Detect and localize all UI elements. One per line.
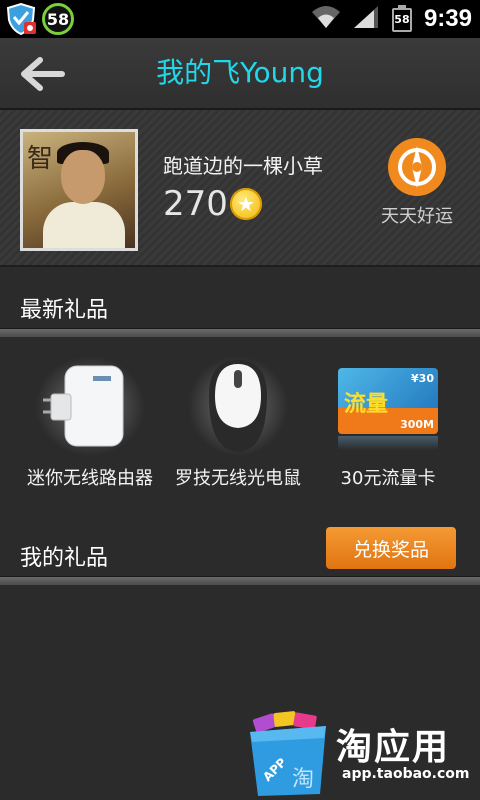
mouse-icon <box>183 356 293 456</box>
shopping-bag-icon: APP 淘 <box>250 711 326 796</box>
coin-count: 270 <box>163 184 228 224</box>
status-indicators: 58 9:39 <box>310 0 472 38</box>
notification-icons: 58 <box>4 2 74 36</box>
gift-item-data-card[interactable]: 流量 ¥30 300M 30元流量卡 <box>313 356 463 490</box>
back-arrow-icon <box>21 57 65 91</box>
clock: 9:39 <box>423 5 472 32</box>
avatar-text: 智 <box>27 144 54 174</box>
watermark-text: 淘应用 <box>336 727 451 768</box>
star-coin-icon: ★ <box>229 188 262 220</box>
exchange-prizes-button[interactable]: 兑换奖品 <box>326 527 456 569</box>
watermark: APP 淘 淘应用 app.taobao.com <box>240 700 480 800</box>
coin-balance: 270 ★ <box>163 184 262 224</box>
battery-level: 58 <box>394 13 410 26</box>
username: 跑道边的一棵小草 <box>163 154 323 178</box>
back-button[interactable] <box>18 54 66 94</box>
router-icon <box>35 356 145 456</box>
avatar[interactable]: 智 <box>20 129 138 251</box>
daily-luck-button[interactable]: 天天好运 <box>372 138 462 228</box>
status-bar: 58 58 9:39 <box>0 0 480 38</box>
gift-label: 迷你无线路由器 <box>27 468 153 489</box>
signal-icon <box>352 4 380 34</box>
bag-char: 淘 <box>292 767 314 792</box>
compass-icon <box>388 138 446 196</box>
title-bar: 我的飞Young <box>0 38 480 110</box>
daily-luck-label: 天天好运 <box>381 206 453 227</box>
divider <box>0 328 480 337</box>
my-gifts-title: 我的礼品 <box>20 546 109 571</box>
latest-gifts-title: 最新礼品 <box>20 298 109 323</box>
security-shield-icon <box>4 2 38 36</box>
page-title: 我的飞Young <box>156 56 324 89</box>
card-sub: 300M <box>400 418 434 431</box>
wifi-icon <box>310 4 342 34</box>
gift-label: 30元流量卡 <box>340 468 436 489</box>
data-card-icon: 流量 ¥30 300M <box>338 356 438 456</box>
gift-label: 罗技无线光电鼠 <box>175 468 301 489</box>
card-text: 流量 <box>344 392 389 417</box>
card-price: ¥30 <box>411 372 434 385</box>
battery-icon: 58 <box>390 5 414 33</box>
gift-item-mouse[interactable]: 罗技无线光电鼠 <box>163 356 313 490</box>
notification-count-badge: 58 <box>42 3 74 35</box>
watermark-url: app.taobao.com <box>342 766 470 782</box>
profile-panel: 智 跑道边的一棵小草 270 ★ 天天好运 <box>0 110 480 267</box>
gift-item-router[interactable]: 迷你无线路由器 <box>15 356 165 490</box>
divider <box>0 576 480 585</box>
